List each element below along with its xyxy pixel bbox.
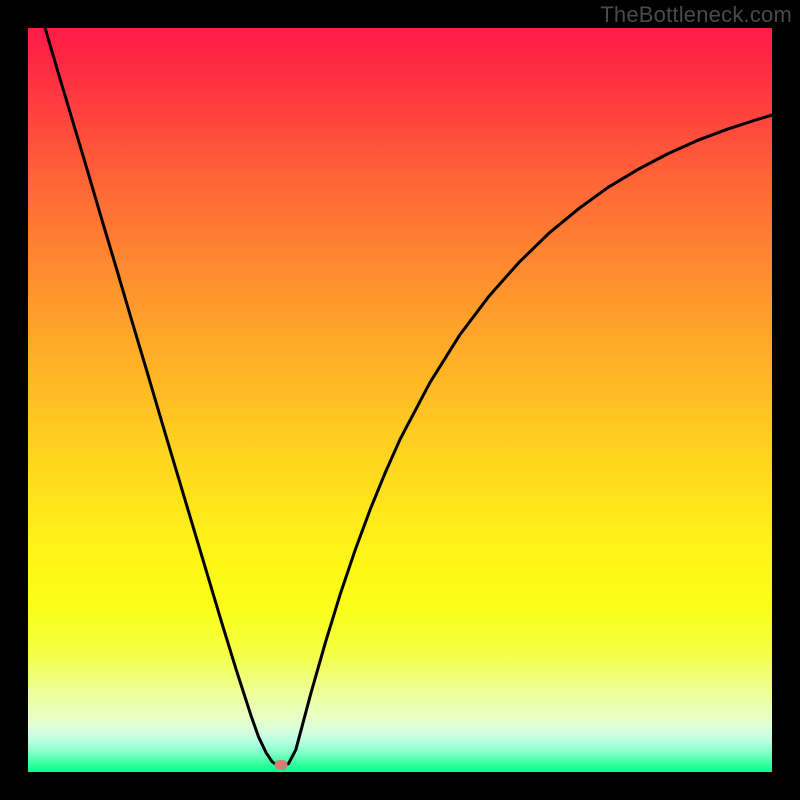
chart-frame: TheBottleneck.com	[0, 0, 800, 800]
optimal-point-marker	[274, 760, 287, 770]
plot-area	[28, 28, 772, 772]
bottleneck-curve	[28, 28, 772, 772]
watermark-text: TheBottleneck.com	[600, 2, 792, 28]
